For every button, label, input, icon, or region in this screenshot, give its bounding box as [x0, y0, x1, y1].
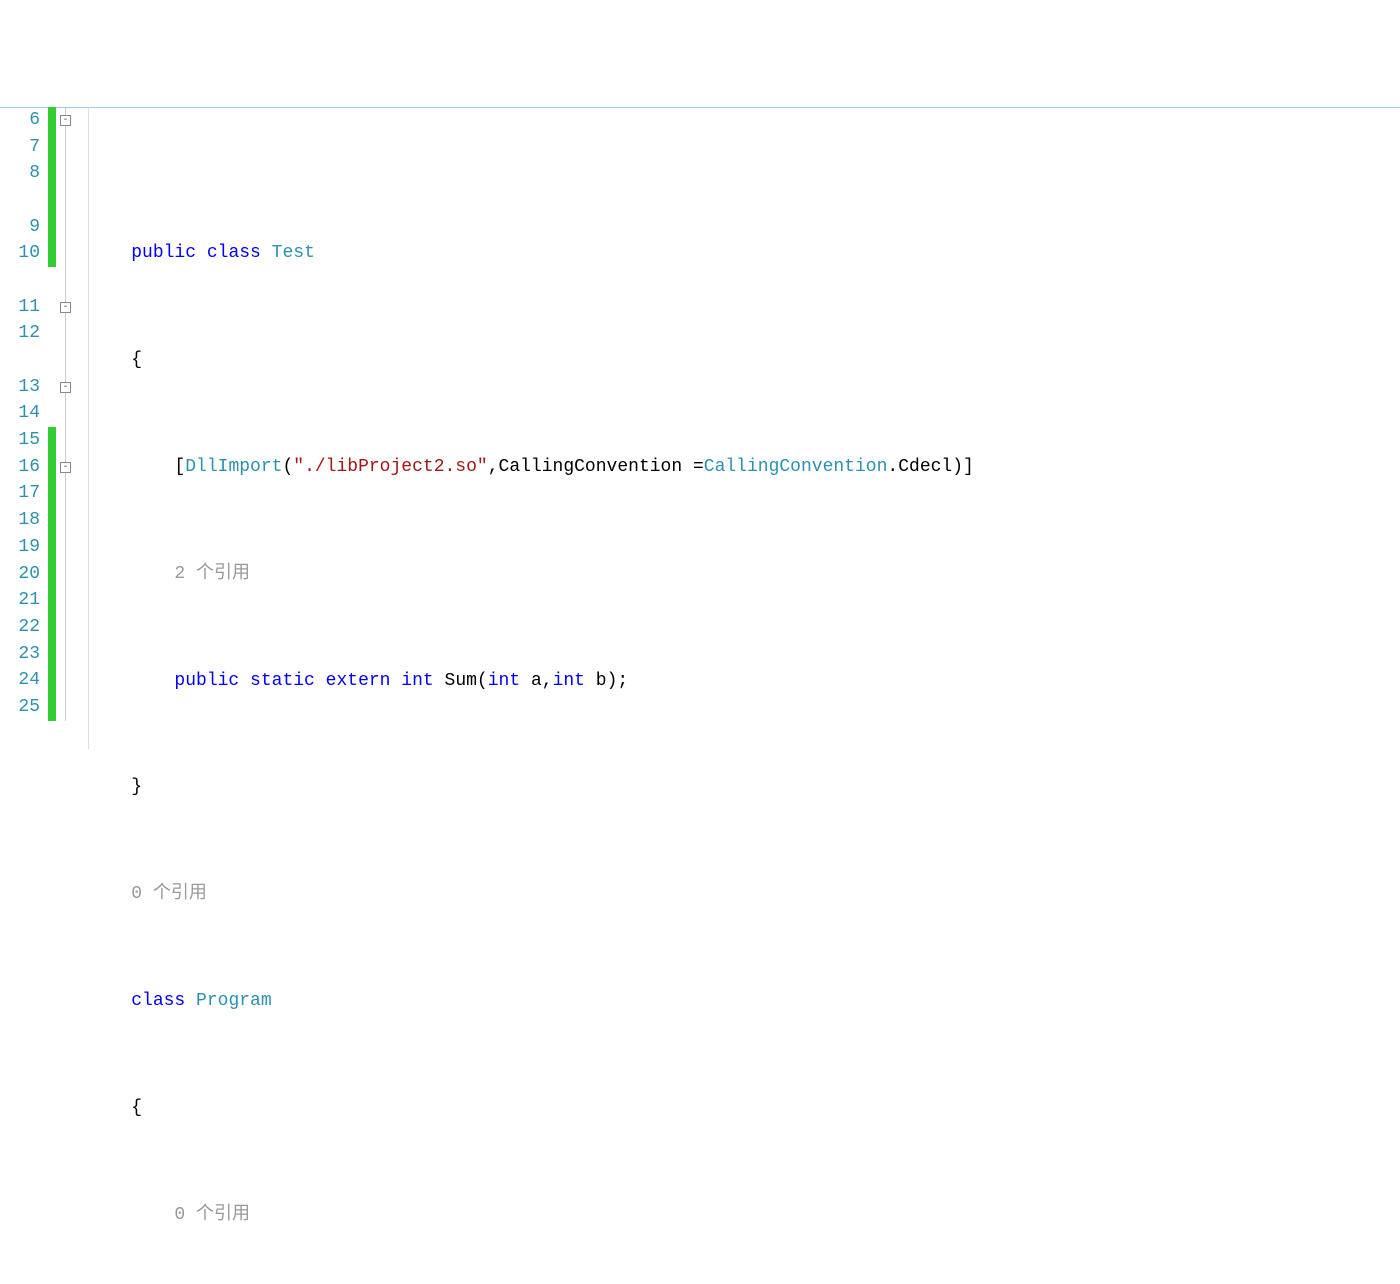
comma: ,: [542, 671, 553, 691]
equals: =: [693, 457, 704, 477]
code-line-6[interactable]: public class Test: [76, 240, 1400, 267]
line-number: 15: [0, 427, 40, 454]
line-number: 20: [0, 561, 40, 588]
code-line-12[interactable]: {: [76, 1095, 1400, 1122]
code-line-10[interactable]: }: [76, 774, 1400, 801]
bracket-open: [: [174, 457, 185, 477]
line-number: [0, 347, 40, 374]
classname-test: Test: [272, 243, 315, 263]
kw-class: class: [131, 991, 185, 1011]
keyword-class: class: [207, 243, 261, 263]
fold-toggle-icon[interactable]: -: [60, 302, 71, 313]
line-number: 16: [0, 454, 40, 481]
type-callconv: CallingConvention: [704, 457, 888, 477]
line-number: 8: [0, 160, 40, 187]
line-number: 14: [0, 400, 40, 427]
fold-tree-line: [65, 107, 66, 721]
indent-guide: [88, 107, 89, 749]
method-sum: Sum: [445, 671, 477, 691]
kw-int: int: [488, 671, 520, 691]
kw-public: public: [174, 671, 239, 691]
bracket-close: ]: [963, 457, 974, 477]
semicolon: ;: [617, 671, 628, 691]
line-number: 13: [0, 374, 40, 401]
paren-open: (: [477, 671, 488, 691]
code-text-area[interactable]: public class Test { [DllImport("./libPro…: [76, 107, 1400, 749]
reference-count-0[interactable]: 0 个引用: [131, 884, 207, 904]
comma: ,: [488, 457, 499, 477]
reference-count-2[interactable]: 2 个引用: [174, 564, 250, 584]
kw-int: int: [553, 671, 585, 691]
prop-callconv: CallingConvention: [499, 457, 693, 477]
string-libpath: "./libProject2.so": [293, 457, 487, 477]
line-number: [0, 267, 40, 294]
attr-dllimport: DllImport: [185, 457, 282, 477]
codelens-ref-2[interactable]: 2 个引用: [76, 561, 1400, 588]
code-line-8[interactable]: [DllImport("./libProject2.so",CallingCon…: [76, 454, 1400, 481]
brace-open: {: [131, 350, 142, 370]
fold-toggle-icon[interactable]: -: [60, 382, 71, 393]
line-number: [0, 187, 40, 214]
fold-toggle-icon[interactable]: -: [60, 462, 71, 473]
line-number-gutter: 678 910 1112 13141516171819202122232425: [0, 107, 48, 749]
codelens-ref-0b[interactable]: 0 个引用: [76, 1202, 1400, 1229]
paren-close: ): [607, 671, 618, 691]
paren-open: (: [282, 457, 293, 477]
line-number: 25: [0, 694, 40, 721]
line-number: 23: [0, 641, 40, 668]
change-marker: [48, 107, 56, 267]
line-number: 22: [0, 614, 40, 641]
line-number: 19: [0, 534, 40, 561]
code-line-9[interactable]: public static extern int Sum(int a,int b…: [76, 668, 1400, 695]
kw-static: static: [250, 671, 315, 691]
code-line-11[interactable]: class Program: [76, 988, 1400, 1015]
line-number: 17: [0, 480, 40, 507]
reference-count-0[interactable]: 0 个引用: [174, 1205, 250, 1225]
enum-cdecl: Cdecl: [898, 457, 952, 477]
brace-open: {: [131, 1098, 142, 1118]
paren-close: ): [952, 457, 963, 477]
change-marker: [48, 427, 56, 721]
fold-column: - - - -: [58, 107, 76, 749]
codelens-ref-0a[interactable]: 0 个引用: [76, 881, 1400, 908]
dot: .: [887, 457, 898, 477]
keyword-public: public: [131, 243, 196, 263]
fold-toggle-icon[interactable]: -: [60, 115, 71, 126]
param-a: a: [531, 671, 542, 691]
line-number: 12: [0, 320, 40, 347]
kw-extern: extern: [326, 671, 391, 691]
change-indicator-bar: [48, 107, 58, 749]
line-number: 9: [0, 214, 40, 241]
param-b: b: [596, 671, 607, 691]
code-line-7[interactable]: {: [76, 347, 1400, 374]
line-number: 24: [0, 667, 40, 694]
line-number: 11: [0, 294, 40, 321]
code-editor[interactable]: 678910111213141516171819202122232425 ---…: [0, 107, 1400, 749]
brace-close: }: [131, 777, 142, 797]
line-number: 7: [0, 134, 40, 161]
line-number: 21: [0, 587, 40, 614]
line-number: 6: [0, 107, 40, 134]
classname-program: Program: [196, 991, 272, 1011]
line-number: 10: [0, 240, 40, 267]
line-number: 18: [0, 507, 40, 534]
kw-int: int: [401, 671, 433, 691]
